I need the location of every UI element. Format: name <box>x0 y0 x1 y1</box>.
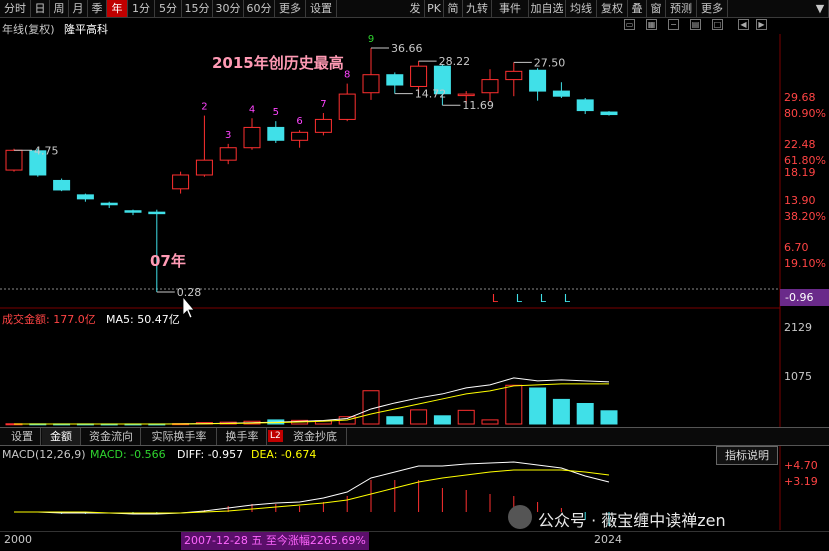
candle-body <box>5 149 23 171</box>
candle-body <box>243 126 261 149</box>
candle-body <box>100 202 118 206</box>
volume-bar <box>457 409 475 425</box>
sequence-number: 4 <box>249 104 255 115</box>
candle-body <box>314 118 332 133</box>
tab-1[interactable]: 金额 <box>42 428 81 445</box>
watermark: 公众号 · 薇宝缠中读禅zen <box>538 511 726 530</box>
wechat-icon <box>508 505 532 529</box>
indicator-tabs: 设置 金额 资金流向 实际换手率 换手率 L2 资金抄底 <box>0 427 829 446</box>
indicator-help-button[interactable]: 指标说明 <box>716 446 778 465</box>
signal-letter: L <box>540 292 547 305</box>
macd-tick: +3.19 <box>784 475 818 488</box>
signal-letter: L <box>492 292 499 305</box>
tab-5[interactable]: 资金抄底 <box>284 428 347 445</box>
range-info: 2007-12-28 五 至今涨幅2265.69% <box>181 532 369 550</box>
macd-tick: +4.70 <box>784 459 818 472</box>
candle-body <box>195 159 213 176</box>
price-tick: 13.90 <box>784 194 816 207</box>
date-bar: 2000 2007-12-28 五 至今涨幅2265.69% 2024 <box>0 531 829 551</box>
candle-body <box>148 211 166 215</box>
candle-body <box>552 90 570 97</box>
sequence-number: 3 <box>225 130 231 141</box>
candle-body <box>291 131 309 141</box>
signal-letter: L <box>516 292 523 305</box>
candle-body <box>338 93 356 120</box>
volume-bar <box>505 384 523 425</box>
macd-title: MACD(12,26,9) <box>2 448 86 461</box>
price-label: 36.66 <box>391 42 423 55</box>
candle-body <box>576 99 594 112</box>
sequence-number: 5 <box>273 107 279 118</box>
price-label: 4.75 <box>34 144 59 157</box>
sequence-number: 7 <box>320 99 326 110</box>
candle-body <box>53 179 71 191</box>
macd-value: MACD: -0.566 <box>90 448 166 461</box>
volume-bar <box>410 409 428 425</box>
tab-2[interactable]: 资金流向 <box>82 428 141 445</box>
volume-title: 成交金额: 177.0亿 <box>2 313 96 326</box>
tab-3[interactable]: 实际换手率 <box>142 428 217 445</box>
volume-bar <box>529 387 547 425</box>
dea-value: DEA: -0.674 <box>251 448 317 461</box>
candle-body <box>362 74 380 94</box>
diff-value: DIFF: -0.957 <box>177 448 244 461</box>
chart-canvas: -0.9629.6880.90%22.4861.80%18.1913.9038.… <box>0 34 829 530</box>
volume-ma5: MA5: 50.47亿 <box>106 313 180 326</box>
tab-4[interactable]: 换手率 <box>218 428 267 445</box>
candle-body <box>219 147 237 161</box>
start-year: 2000 <box>4 533 32 546</box>
price-tick: 18.19 <box>784 166 816 179</box>
candle-body <box>172 174 190 190</box>
price-label: 28.22 <box>439 55 471 68</box>
volume-bar <box>576 402 594 425</box>
candle-body <box>267 126 285 141</box>
candle-body <box>481 79 499 94</box>
volume-tick: 1075 <box>784 370 812 383</box>
cursor-icon <box>182 295 195 319</box>
candle-body <box>124 210 142 213</box>
candle-body <box>457 93 475 97</box>
price-tick: 19.10% <box>784 257 826 270</box>
end-year: 2024 <box>594 533 622 546</box>
price-label: 11.69 <box>462 99 494 112</box>
candle-body <box>600 111 618 116</box>
price-tick: 29.68 <box>784 91 816 104</box>
price-tick: 6.70 <box>784 241 809 254</box>
sequence-number: 8 <box>344 70 350 81</box>
price-tick: 22.48 <box>784 138 816 151</box>
tab-0[interactable]: 设置 <box>4 428 41 445</box>
volume-tick: 2129 <box>784 321 812 334</box>
price-label: 0.28 <box>177 286 202 299</box>
volume-bar <box>386 416 404 425</box>
candle-body <box>410 65 428 87</box>
candle-body <box>529 69 547 92</box>
year07-annotation: 07年 <box>150 252 186 270</box>
price-label: 27.50 <box>534 56 566 69</box>
price-tick: 38.20% <box>784 210 826 223</box>
right-badge-text: -0.96 <box>785 291 813 304</box>
price-tick: 80.90% <box>784 107 826 120</box>
candle-body <box>76 194 94 200</box>
price-label: 14.72 <box>415 88 447 101</box>
volume-bar <box>600 410 618 425</box>
signal-letter: L <box>564 292 571 305</box>
volume-bar <box>481 419 499 425</box>
sequence-number: 2 <box>201 102 207 113</box>
candle-body <box>505 70 523 81</box>
sequence-number: 9 <box>368 34 374 45</box>
l2-badge: L2 <box>268 430 283 442</box>
record-annotation: 2015年创历史最高 <box>212 54 344 72</box>
volume-bar <box>552 398 570 425</box>
volume-bar <box>433 415 451 425</box>
sequence-number: 6 <box>296 116 302 127</box>
candle-body <box>386 74 404 86</box>
